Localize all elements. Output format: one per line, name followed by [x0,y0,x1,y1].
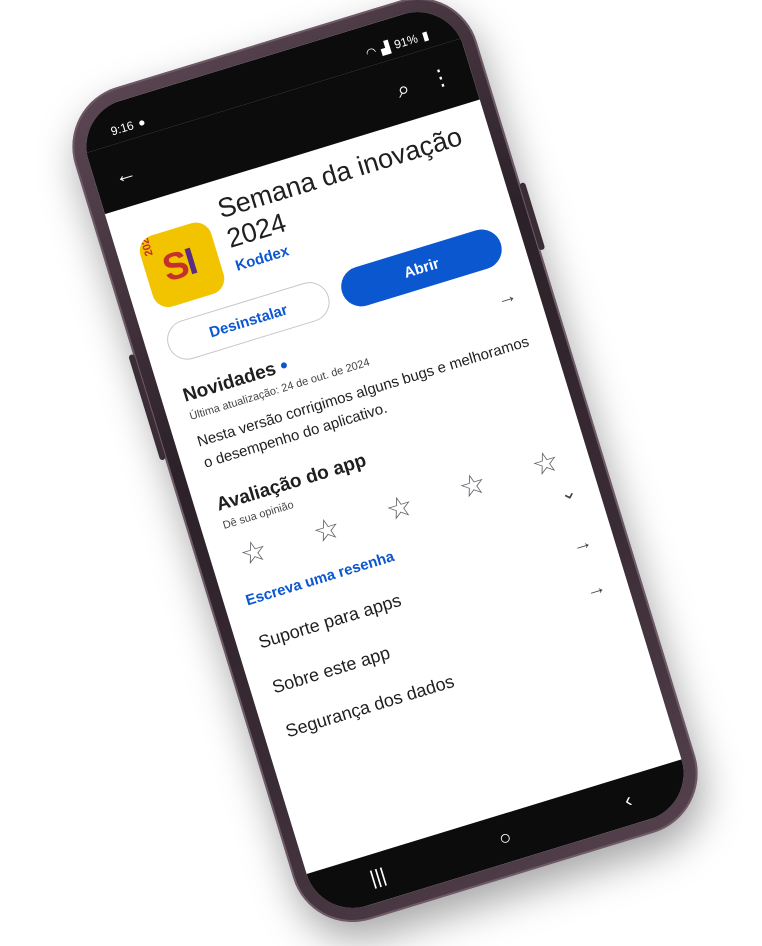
star-icon[interactable]: ☆ [455,466,490,505]
app-icon: 2024 SI [135,218,229,312]
phone-frame: 9:16 ● ◠ ▟ 91% ▮ ← ⌕ ⋮ 2024 SI Semana da… [56,0,714,938]
arrow-right-icon[interactable]: → [494,284,520,312]
battery-level: 91% [392,31,420,52]
arrow-right-icon: → [583,575,609,603]
home-icon[interactable]: ○ [496,826,514,852]
app-details: 2024 SI Semana da inovação 2024 Koddex D… [105,100,643,749]
status-time: 9:16 [109,118,136,139]
battery-icon: ▮ [420,27,431,44]
new-indicator-dot [280,362,288,370]
recent-apps-icon[interactable]: ||| [367,864,389,891]
more-options-icon[interactable]: ⋮ [426,62,454,92]
wifi-icon: ◠ [364,44,379,61]
about-app-label: Sobre este app [269,642,393,698]
notification-icon: ● [136,114,148,131]
signal-icon: ▟ [378,39,392,56]
nav-back-icon[interactable]: ‹ [622,789,635,813]
star-icon[interactable]: ☆ [236,533,271,572]
back-arrow-icon[interactable]: ← [111,159,139,189]
arrow-right-icon: → [569,530,595,558]
system-nav-bar: ||| ○ ‹ [306,759,696,920]
star-icon[interactable]: ☆ [309,511,344,550]
search-icon[interactable]: ⌕ [394,75,413,103]
app-icon-year: 2024 [137,230,156,258]
star-icon[interactable]: ☆ [528,444,563,483]
app-icon-monogram: SI [158,241,201,291]
phone-screen: 9:16 ● ◠ ▟ 91% ▮ ← ⌕ ⋮ 2024 SI Semana da… [74,0,696,920]
star-icon[interactable]: ☆ [382,489,417,528]
chevron-down-icon[interactable]: ⌄ [556,478,579,507]
